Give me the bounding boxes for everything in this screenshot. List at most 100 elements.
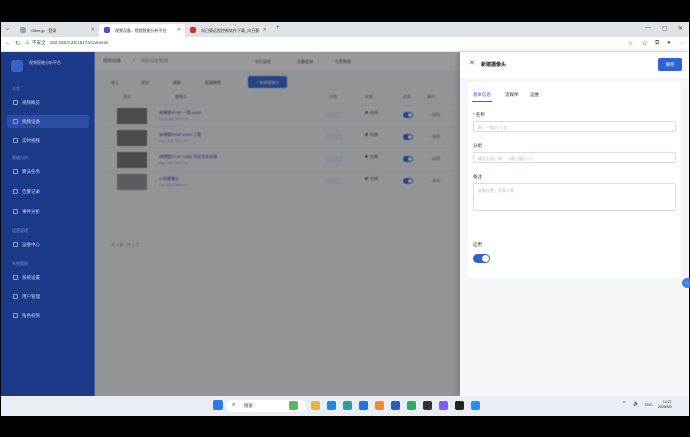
security-label: 不安全 <box>32 40 46 45</box>
name-label: *名称 <box>473 112 485 118</box>
name-label-text: 名称 <box>475 112 485 117</box>
windows-start-icon[interactable] <box>213 400 223 410</box>
tab-favicon <box>190 27 196 33</box>
sidebar: 视频智能分析平台 总览 视频概览 视频设备 实时视频 智能分析 算法任务 告警记… <box>1 52 95 396</box>
sidebar-item-ops[interactable]: 运维中心 <box>7 238 89 251</box>
info-icon[interactable]: ⚠ <box>25 40 29 46</box>
chart-icon <box>13 209 18 214</box>
more-menu-icon[interactable]: ⋯ <box>679 40 685 47</box>
tab-streaming[interactable]: 流媒体 <box>505 92 519 98</box>
minimize-button[interactable]: — <box>645 25 651 31</box>
brand-line-1: 视频智能分析平台 <box>29 60 61 65</box>
profile-icon[interactable]: ● <box>667 40 671 46</box>
browser-tab-3[interactable]: 向日葵远程控制软件下载_向日葵 ✕ <box>185 24 271 37</box>
tab-ops[interactable]: 运维 <box>530 92 539 98</box>
save-button[interactable]: 保存 <box>658 58 682 71</box>
app-icon[interactable] <box>439 401 448 410</box>
tab-title: 向日葵远程控制软件下载_向日葵 <box>201 28 260 33</box>
sidebar-item-label: 告警记录 <box>22 189 40 194</box>
browser-tab-1[interactable]: Gitee.jp · 登录 ✕ <box>15 24 99 37</box>
address-bar: ← ↻ ⚠ 不安全 192.168.0.25:15174/cameras ☆ ✩… <box>1 37 689 52</box>
app-icon[interactable] <box>391 401 400 410</box>
tab-favicon <box>20 27 26 33</box>
terminal-icon[interactable] <box>455 401 464 410</box>
back-icon[interactable]: ← <box>5 40 11 46</box>
dashboard-icon <box>13 100 18 105</box>
algorithm-icon <box>13 169 18 174</box>
tab-close-icon[interactable]: ✕ <box>263 27 267 33</box>
tray-chevron-icon[interactable]: ^ <box>623 401 625 407</box>
input-language[interactable]: ENG <box>645 403 653 407</box>
app-icon[interactable] <box>407 401 416 410</box>
volume-icon[interactable]: 🔈 <box>633 401 639 407</box>
browser-window: ⌄ Gitee.jp · 登录 ✕ 视频设备 - 视频智能分析平台 ✕ 向日葵远… <box>1 22 689 396</box>
play-icon <box>13 138 18 143</box>
screen: ⌄ Gitee.jp · 登录 ✕ 视频设备 - 视频智能分析平台 ✕ 向日葵远… <box>0 0 690 437</box>
sidebar-item-label: 视频设备 <box>22 119 40 124</box>
sidebar-item-alerts[interactable]: 告警记录 <box>7 185 89 198</box>
reload-icon[interactable]: ↻ <box>15 40 20 47</box>
group-label: 分组 <box>473 143 482 148</box>
search-label: 搜索 <box>244 403 253 408</box>
app-icon[interactable] <box>423 401 432 410</box>
remark-textarea[interactable]: 安装位置、负责人等 <box>473 183 676 211</box>
browser-tab-2[interactable]: 视频设备 - 视频智能分析平台 ✕ <box>99 24 185 37</box>
side-panel-handle[interactable]: ‹ <box>682 278 690 288</box>
bookmark-star-icon[interactable]: ☆ <box>628 40 633 47</box>
sidebar-item-label: 角色权限 <box>22 313 40 318</box>
sidebar-item-tasks[interactable]: 算法任务 <box>7 165 89 178</box>
app-icon[interactable] <box>375 401 384 410</box>
enable-label: 启用 <box>473 242 482 247</box>
sidebar-item-users[interactable]: 用户管理 <box>7 290 89 303</box>
switch-knob <box>482 255 489 262</box>
widgets-icon[interactable] <box>289 401 298 410</box>
tab-title: Gitee.jp · 登录 <box>31 28 57 33</box>
sidebar-item-events[interactable]: 事件分析 <box>7 205 89 218</box>
sidebar-item-label: 视频概览 <box>22 100 40 105</box>
close-window-button[interactable]: ✕ <box>678 25 683 32</box>
sidebar-item-label: 系统设置 <box>22 275 40 280</box>
drawer-header: ✕ 新建摄像头 保存 <box>460 52 689 78</box>
camera-form: 基本信息 流媒体 运维 *名称 例：一楼大门 北 分组 填写分组，如：一楼 / … <box>468 82 681 278</box>
new-camera-drawer: ✕ 新建摄像头 保存 基本信息 流媒体 运维 *名称 例：一楼大门 北 分组 填… <box>460 52 689 396</box>
extensions-icon[interactable]: ⧉ <box>655 40 659 47</box>
settings-icon <box>13 275 18 280</box>
enable-switch[interactable] <box>473 254 490 263</box>
favorites-icon[interactable]: ✩ <box>642 40 647 47</box>
new-tab-button[interactable]: + <box>276 25 280 31</box>
app-icon[interactable] <box>327 401 336 410</box>
users-icon <box>13 294 18 299</box>
tab-favicon <box>104 27 110 33</box>
group-input[interactable]: 填写分组，如：一楼 / 园区 / 门 <box>473 152 676 163</box>
tab-close-icon[interactable]: ✕ <box>91 27 95 33</box>
sidebar-item-live[interactable]: 实时视频 <box>7 134 89 147</box>
camera-icon <box>13 119 18 124</box>
file-explorer-icon[interactable] <box>311 401 320 410</box>
modal-backdrop[interactable] <box>95 52 460 396</box>
url-field[interactable]: 不安全 192.168.0.25:15174/cameras <box>32 40 108 46</box>
sidebar-group-label: 总览 <box>12 86 20 91</box>
sidebar-group-label: 系统管理 <box>12 261 28 266</box>
name-input[interactable]: 例：一楼大门 北 <box>473 121 676 132</box>
tab-search-icon[interactable]: ⌄ <box>5 25 10 32</box>
drawer-title: 新建摄像头 <box>481 62 507 68</box>
sidebar-item-label: 算法任务 <box>22 169 40 174</box>
tab-close-icon[interactable]: ✕ <box>177 27 181 33</box>
edge-browser-icon[interactable] <box>343 401 352 410</box>
tab-title: 视频设备 - 视频智能分析平台 <box>115 28 167 33</box>
maximize-button[interactable]: ▢ <box>662 25 668 32</box>
close-icon[interactable]: ✕ <box>469 59 475 67</box>
sidebar-item-label: 运维中心 <box>22 242 40 247</box>
sidebar-item-roles[interactable]: 角色权限 <box>7 309 89 322</box>
search-icon: ⌕ <box>232 402 236 408</box>
sidebar-item-label: 用户管理 <box>22 294 40 299</box>
app-icon[interactable] <box>359 401 368 410</box>
tab-basic-info[interactable]: 基本信息 <box>473 92 491 98</box>
sidebar-item-overview[interactable]: 视频概览 <box>7 96 89 109</box>
required-mark: * <box>473 112 475 117</box>
app-icon[interactable] <box>471 401 480 410</box>
sidebar-item-cameras[interactable]: 视频设备 <box>7 115 89 128</box>
sidebar-item-settings[interactable]: 系统设置 <box>7 271 89 284</box>
taskbar-clock[interactable]: 14:27 2025/5/3 <box>658 400 672 410</box>
clock-date: 2025/5/3 <box>658 405 672 409</box>
